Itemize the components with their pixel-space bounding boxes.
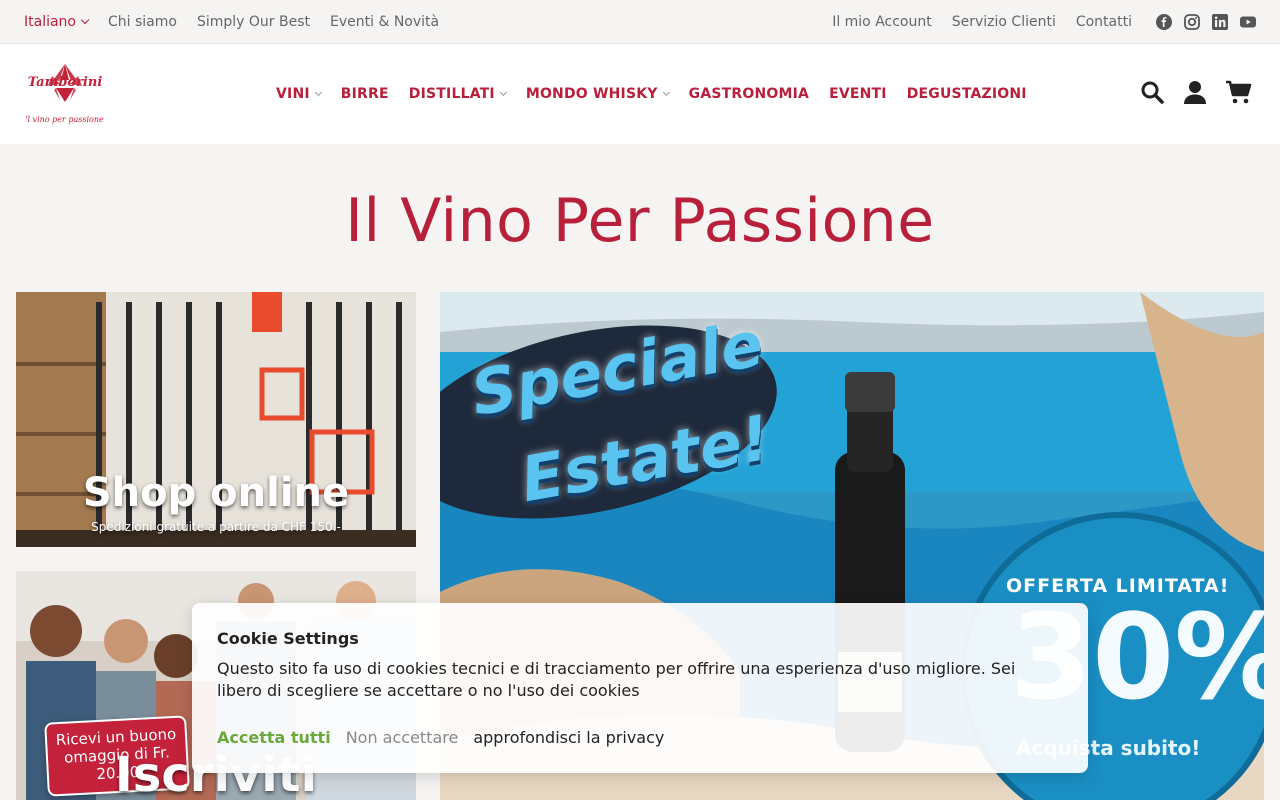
shop-subtitle: Spedizioni gratuite a partire da CHF 150… [91, 520, 341, 534]
language-selector[interactable]: Italiano [24, 13, 90, 30]
cookie-settings-dialog: Cookie Settings Questo sito fa uso di co… [192, 603, 1088, 773]
chevron-down-icon [499, 88, 507, 97]
decline-button[interactable]: Non accettare [346, 728, 459, 747]
youtube-icon[interactable] [1240, 14, 1256, 30]
cookie-actions: Accetta tutti Non accettare approfondisc… [217, 728, 1063, 747]
link-eventi-novita[interactable]: Eventi & Novità [330, 14, 439, 30]
user-icon[interactable] [1184, 80, 1206, 108]
chevron-down-icon [314, 88, 322, 97]
facebook-icon[interactable] [1156, 13, 1172, 30]
nav-distillati[interactable]: DISTILLATI [408, 86, 507, 102]
accept-all-button[interactable]: Accetta tutti [217, 728, 331, 747]
link-simply-our-best[interactable]: Simply Our Best [197, 14, 310, 30]
nav-vini-label: VINI [276, 86, 310, 102]
nav-gastronomia-label: GASTRONOMIA [688, 86, 810, 102]
nav-birre-label: BIRRE [340, 86, 389, 102]
social-links [1156, 13, 1256, 30]
link-contatti[interactable]: Contatti [1076, 14, 1132, 30]
shop-online-tile[interactable]: Shop online Spedizioni gratuite a partir… [16, 292, 416, 547]
cookie-title: Cookie Settings [217, 629, 359, 648]
nav-degustazioni-label: DEGUSTAZIONI [906, 86, 1027, 102]
cookie-text: Questo sito fa uso di cookies tecnici e … [217, 659, 1016, 700]
nav-vini[interactable]: VINI [276, 86, 322, 102]
chevron-down-icon [80, 15, 90, 24]
link-servizio-clienti[interactable]: Servizio Clienti [952, 14, 1056, 30]
shop-title: Shop online [82, 470, 350, 516]
privacy-link[interactable]: approfondisci la privacy [473, 728, 664, 747]
nav-birre[interactable]: BIRRE [341, 86, 389, 102]
instagram-icon[interactable] [1184, 13, 1200, 30]
nav-eventi-label: EVENTI [829, 86, 887, 102]
cart-icon[interactable] [1226, 80, 1252, 108]
brand-logo[interactable]: Tamborini Il vino per passione [23, 58, 104, 130]
link-chi-siamo[interactable]: Chi siamo [108, 14, 177, 30]
nav-mondo-whisky[interactable]: MONDO WHISKY [525, 86, 670, 102]
link-account[interactable]: Il mio Account [832, 14, 932, 30]
top-bar-left: Italiano Chi siamo Simply Our Best Event… [24, 14, 439, 30]
nav-mondo-whisky-label: MONDO WHISKY [525, 86, 658, 102]
nav-gastronomia[interactable]: GASTRONOMIA [689, 86, 809, 102]
top-bar-right: Il mio Account Servizio Clienti Contatti [832, 13, 1256, 30]
page-title: Il Vino Per Passione [345, 186, 935, 256]
chevron-down-icon [662, 88, 670, 97]
search-icon[interactable] [1140, 80, 1164, 108]
nav-degustazioni[interactable]: DEGUSTAZIONI [907, 86, 1027, 102]
language-label: Italiano [24, 13, 76, 30]
main-header: Tamborini Il vino per passione VINI BIRR… [0, 44, 1280, 144]
main-nav: VINI BIRRE DISTILLATI MONDO WHISKY GASTR… [276, 44, 1027, 144]
linkedin-icon[interactable] [1212, 13, 1228, 30]
svg-text:Il vino per passione: Il vino per passione [26, 115, 104, 124]
nav-distillati-label: DISTILLATI [408, 86, 495, 102]
nav-eventi[interactable]: EVENTI [829, 86, 887, 102]
top-bar: Italiano Chi siamo Simply Our Best Event… [0, 0, 1280, 44]
header-actions [1140, 80, 1252, 108]
svg-text:Tamborini: Tamborini [28, 75, 103, 90]
